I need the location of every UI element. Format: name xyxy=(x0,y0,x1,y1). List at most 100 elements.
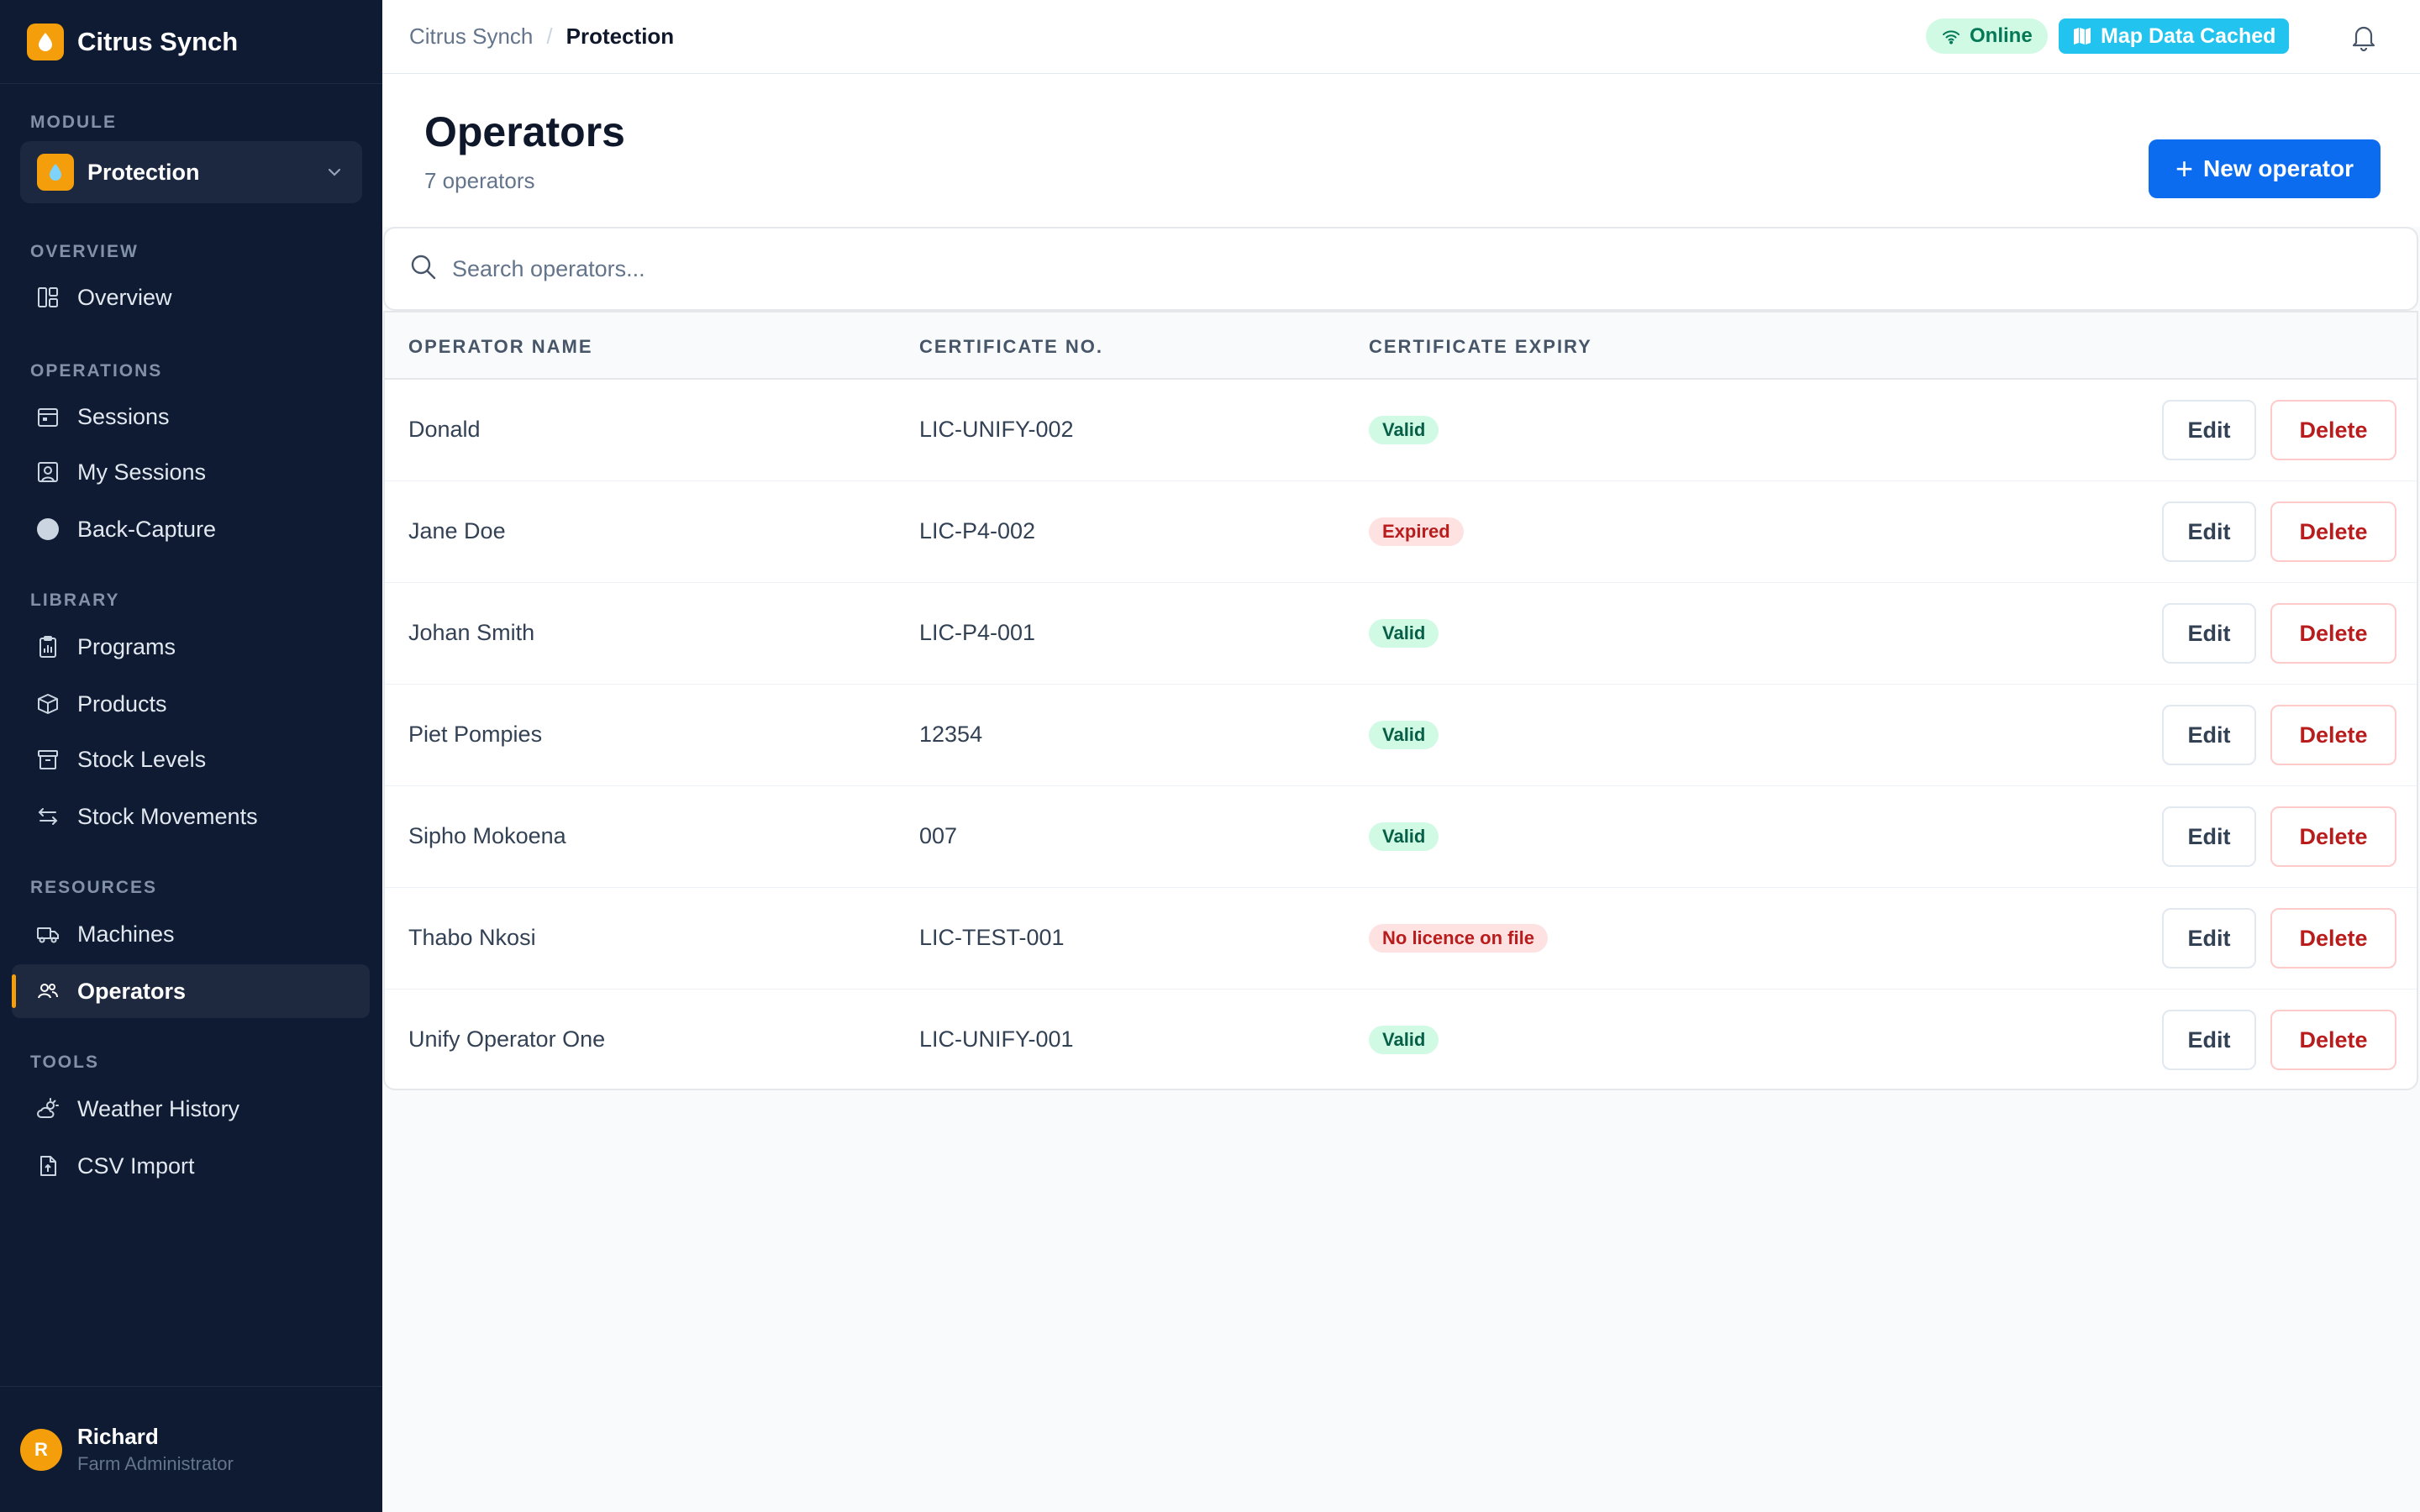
sidebar-item-stock-movements[interactable]: Stock Movements xyxy=(12,790,370,843)
certificate-number: LIC-P4-001 xyxy=(919,620,1036,645)
column-header-expiry[interactable]: CERTIFICATE EXPIRY xyxy=(1369,336,1592,358)
status-badge: No licence on file xyxy=(1369,924,1548,953)
edit-button[interactable]: Edit xyxy=(2162,400,2256,460)
map-cache-badge[interactable]: Map Data Cached xyxy=(2059,18,2290,54)
status-badge: Valid xyxy=(1369,721,1439,749)
edit-button[interactable]: Edit xyxy=(2162,705,2256,765)
delete-button[interactable]: Delete xyxy=(2270,1010,2396,1070)
table-row: Sipho Mokoena 007 Valid Edit Delete xyxy=(385,786,2417,888)
certificate-number: 12354 xyxy=(919,722,983,747)
user-role: Farm Administrator xyxy=(77,1453,234,1474)
status-badge: Valid xyxy=(1369,416,1439,444)
sidebar-item-label: Operators xyxy=(77,978,187,1004)
delete-button[interactable]: Delete xyxy=(2270,400,2396,460)
layout-icon xyxy=(35,285,60,310)
section-label-overview: OVERVIEW xyxy=(30,242,139,261)
table-row: Piet Pompies 12354 Valid Edit Delete xyxy=(385,685,2417,786)
delete-button[interactable]: Delete xyxy=(2270,705,2396,765)
avatar: R xyxy=(20,1428,62,1471)
table-row: Jane Doe LIC-P4-002 Expired Edit Delete xyxy=(385,481,2417,583)
sidebar-item-csv-import[interactable]: CSV Import xyxy=(12,1139,370,1193)
operator-name: Thabo Nkosi xyxy=(408,925,536,950)
operator-count: 7 operators xyxy=(424,168,535,193)
sidebar-item-label: Sessions xyxy=(77,403,170,429)
operator-name: Donald xyxy=(408,417,481,442)
section-label-tools: TOOLS xyxy=(30,1053,99,1072)
brand[interactable]: Citrus Synch xyxy=(0,0,382,84)
section-label-resources: RESOURCES xyxy=(30,878,158,897)
user-profile[interactable]: R Richard Farm Administrator xyxy=(0,1386,382,1512)
status-badge: Valid xyxy=(1369,822,1439,851)
archive-icon xyxy=(35,747,60,772)
table-header: OPERATOR NAME CERTIFICATE NO. CERTIFICAT… xyxy=(385,312,2417,380)
file-upload-icon xyxy=(35,1153,60,1179)
certificate-number: LIC-P4-002 xyxy=(919,518,1036,543)
cloud-sun-icon xyxy=(35,1096,60,1121)
new-operator-label: New operator xyxy=(2203,155,2354,181)
module-section-label: MODULE xyxy=(30,113,117,132)
status-badge: Expired xyxy=(1369,517,1464,546)
sidebar-item-label: Back-Capture xyxy=(77,516,217,542)
arrows-swap-icon xyxy=(35,804,60,829)
column-header-certificate[interactable]: CERTIFICATE NO. xyxy=(919,336,1103,358)
sidebar-item-stock-levels[interactable]: Stock Levels xyxy=(12,732,370,786)
sidebar-item-label: Machines xyxy=(77,921,175,947)
search-icon xyxy=(408,252,439,286)
edit-button[interactable]: Edit xyxy=(2162,806,2256,867)
edit-button[interactable]: Edit xyxy=(2162,1010,2256,1070)
breadcrumb-root[interactable]: Citrus Synch xyxy=(409,24,533,50)
sidebar-item-overview[interactable]: Overview xyxy=(12,270,370,324)
calendar-icon xyxy=(35,404,60,429)
sidebar-item-label: CSV Import xyxy=(77,1152,195,1179)
sidebar-item-products[interactable]: Products xyxy=(12,677,370,731)
operator-name: Unify Operator One xyxy=(408,1026,606,1052)
column-header-name[interactable]: OPERATOR NAME xyxy=(408,336,593,358)
delete-button[interactable]: Delete xyxy=(2270,603,2396,664)
edit-button[interactable]: Edit xyxy=(2162,501,2256,562)
sidebar-item-label: Stock Movements xyxy=(77,803,258,829)
certificate-number: LIC-UNIFY-001 xyxy=(919,1026,1074,1052)
sidebar-item-label: Programs xyxy=(77,633,176,659)
delete-button[interactable]: Delete xyxy=(2270,806,2396,867)
online-status-label: Online xyxy=(1970,24,2033,47)
search-input[interactable] xyxy=(452,255,2301,282)
user-card-icon xyxy=(35,459,60,485)
sidebar-item-label: Stock Levels xyxy=(77,746,207,772)
sidebar-item-programs[interactable]: Programs xyxy=(12,620,370,674)
app-name: Citrus Synch xyxy=(77,26,239,56)
operator-name: Piet Pompies xyxy=(408,722,543,747)
operator-name: Sipho Mokoena xyxy=(408,823,566,848)
box-icon xyxy=(35,691,60,717)
sidebar-item-machines[interactable]: Machines xyxy=(12,907,370,961)
edit-button[interactable]: Edit xyxy=(2162,603,2256,664)
status-badge: Valid xyxy=(1369,619,1439,648)
page-header: Operators 7 operators + New operator xyxy=(382,74,2420,227)
delete-button[interactable]: Delete xyxy=(2270,908,2396,969)
wifi-icon xyxy=(1943,30,1960,45)
sidebar-item-weather-history[interactable]: Weather History xyxy=(12,1082,370,1136)
module-value: Protection xyxy=(87,159,200,185)
certificate-number: LIC-UNIFY-002 xyxy=(919,417,1074,442)
bell-icon[interactable] xyxy=(2349,22,2379,56)
table-row: Unify Operator One LIC-UNIFY-001 Valid Edit… xyxy=(385,990,2417,1089)
plus-icon: + xyxy=(2175,151,2194,186)
module-select[interactable]: Protection xyxy=(20,141,362,203)
breadcrumb-separator: / xyxy=(546,24,553,49)
section-label-operations: OPERATIONS xyxy=(30,361,163,381)
sidebar-item-label: My Sessions xyxy=(77,459,207,485)
sidebar-item-sessions[interactable]: Sessions xyxy=(12,390,370,444)
truck-icon xyxy=(35,921,60,947)
new-operator-button[interactable]: + New operator xyxy=(2149,139,2381,198)
edit-button[interactable]: Edit xyxy=(2162,908,2256,969)
water-drop-icon xyxy=(37,154,74,191)
map-cache-label: Map Data Cached xyxy=(2101,24,2276,48)
sidebar-item-my-sessions[interactable]: My Sessions xyxy=(12,445,370,499)
status-badge: Valid xyxy=(1369,1026,1439,1054)
table-body: Donald LIC-UNIFY-002 Valid Edit Delete Jane D… xyxy=(385,380,2417,1089)
operator-name: Johan Smith xyxy=(408,620,535,645)
sidebar-item-operators[interactable]: Operators xyxy=(12,964,370,1018)
search-bar xyxy=(383,227,2418,311)
delete-button[interactable]: Delete xyxy=(2270,501,2396,562)
online-status-badge: Online xyxy=(1926,18,2048,54)
sidebar-item-back-capture[interactable]: Back-Capture xyxy=(12,502,370,556)
